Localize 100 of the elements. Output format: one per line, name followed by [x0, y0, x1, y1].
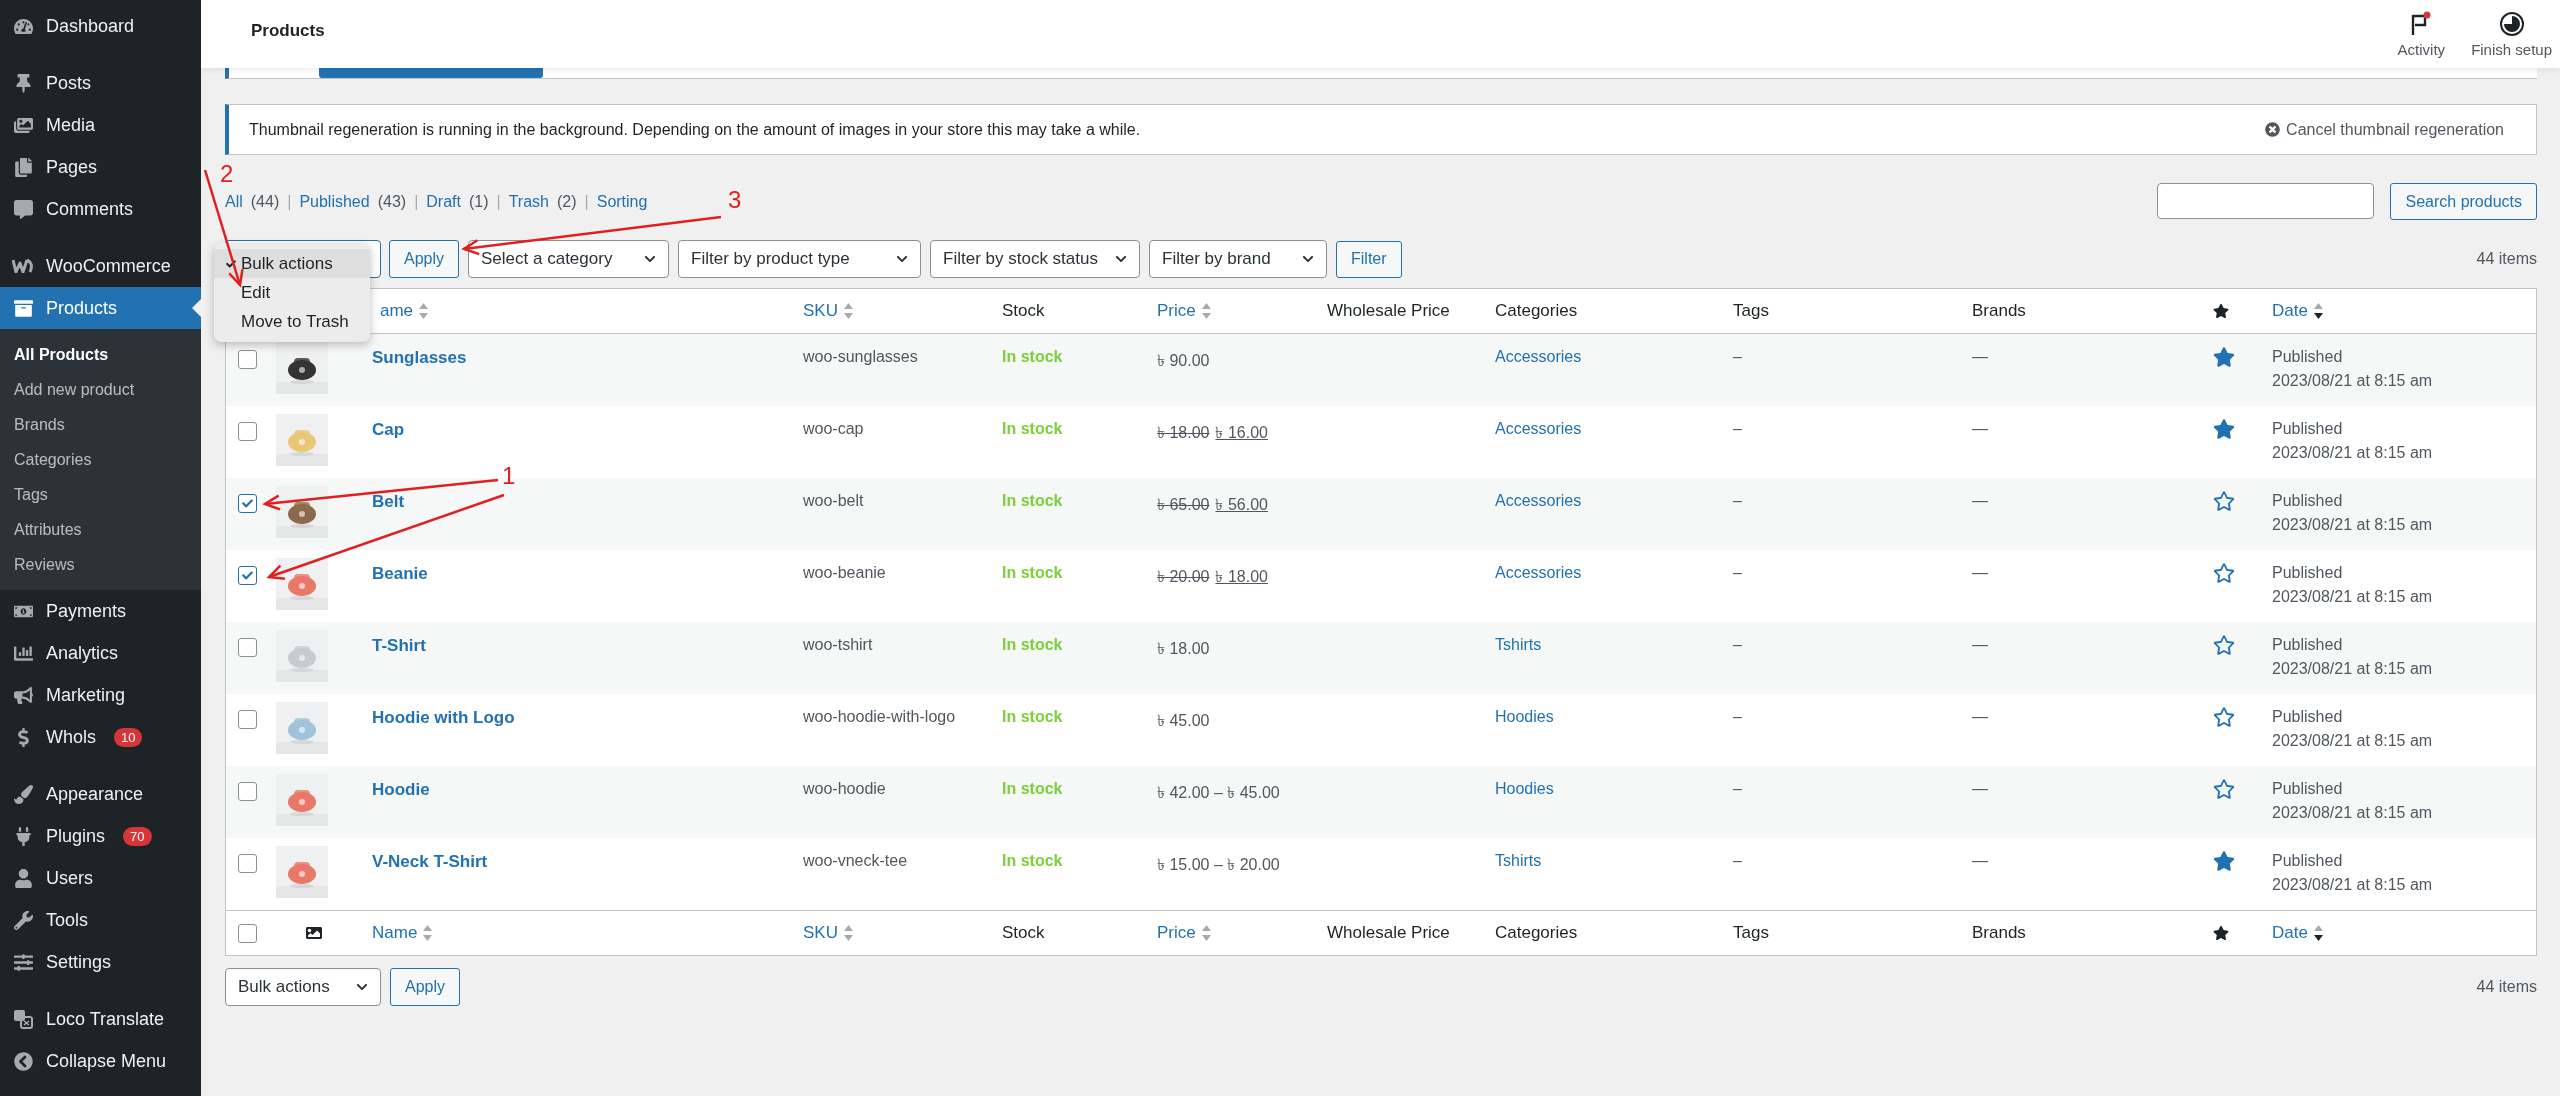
category-link[interactable]: Accessories: [1495, 348, 1709, 366]
column-sort-link[interactable]: Date: [2272, 923, 2323, 943]
column-sort-link[interactable]: ame: [380, 301, 429, 321]
star-outline-icon[interactable]: [2213, 634, 2235, 656]
header-action[interactable]: Activity: [2397, 10, 2446, 58]
category-link[interactable]: Hoodies: [1495, 780, 1709, 798]
sidebar-item[interactable]: Payments: [0, 590, 201, 632]
apply-button[interactable]: Apply: [390, 968, 461, 1006]
column-sort-link[interactable]: Name: [372, 923, 433, 943]
bulk-actions-select[interactable]: Bulk actions: [225, 968, 381, 1006]
product-name-link[interactable]: T-Shirt: [372, 636, 779, 656]
star-icon[interactable]: [2213, 346, 2235, 368]
product-name-link[interactable]: V-Neck T-Shirt: [372, 852, 779, 872]
category-link[interactable]: Accessories: [1495, 492, 1709, 510]
row-checkbox[interactable]: [238, 350, 257, 369]
view-link[interactable]: Trash: [508, 192, 549, 211]
annotation-number: 3: [728, 186, 742, 214]
row-checkbox[interactable]: [238, 422, 257, 441]
menu-item[interactable]: Edit: [214, 278, 370, 307]
row-checkbox[interactable]: [238, 854, 257, 873]
select-all-checkbox[interactable]: [238, 923, 257, 943]
sidebar-item[interactable]: Appearance: [0, 773, 201, 815]
sidebar-item[interactable]: Dashboard: [0, 5, 201, 47]
column-heading: Brands: [1972, 301, 2026, 321]
row-checkbox[interactable]: [238, 494, 257, 513]
filter-select[interactable]: Select a category: [468, 240, 670, 278]
sidebar-item[interactable]: Users: [0, 857, 201, 899]
star-outline-icon[interactable]: [2213, 562, 2235, 584]
column-sort-link[interactable]: SKU: [803, 301, 853, 321]
category-link[interactable]: Accessories: [1495, 420, 1709, 438]
column-heading: Stock: [1002, 923, 1045, 943]
sidebar-item[interactable]: WooCommerce: [0, 245, 201, 287]
separator: |: [287, 192, 292, 211]
product-name-link[interactable]: Hoodie with Logo: [372, 708, 779, 728]
brands-text: —: [1972, 636, 1989, 654]
sidebar-item[interactable]: Products: [0, 287, 201, 329]
row-checkbox[interactable]: [238, 782, 257, 801]
menu-item[interactable]: Bulk actions: [214, 249, 370, 278]
sidebar-item[interactable]: Analytics: [0, 632, 201, 674]
category-link[interactable]: Accessories: [1495, 564, 1709, 582]
category-link[interactable]: Hoodies: [1495, 708, 1709, 726]
sidebar-item[interactable]: Whols 10: [0, 716, 201, 758]
filter-button[interactable]: Filter: [1336, 240, 1402, 278]
product-name-link[interactable]: Sunglasses: [372, 348, 779, 368]
view-link[interactable]: Draft: [426, 192, 461, 211]
cancel-link[interactable]: Cancel thumbnail regeneration: [2265, 120, 2504, 139]
sidebar-item[interactable]: Pages: [0, 146, 201, 188]
submenu-item[interactable]: Add new product: [0, 372, 201, 407]
row-checkbox[interactable]: [238, 710, 257, 729]
chevron-icon: [644, 253, 657, 265]
star-outline-icon[interactable]: [2213, 490, 2235, 512]
view-link[interactable]: Sorting: [596, 192, 648, 211]
column-sort-link[interactable]: Date: [2272, 301, 2323, 321]
column-sort-link[interactable]: Price: [1157, 923, 1211, 943]
sidebar-item[interactable]: Plugins 70: [0, 815, 201, 857]
product-name-link[interactable]: Cap: [372, 420, 779, 440]
sidebar-item[interactable]: Marketing: [0, 674, 201, 716]
woocommerce-logo-icon: [12, 259, 34, 273]
star-outline-icon[interactable]: [2213, 778, 2235, 800]
sidebar-item[interactable]: Loco Translate: [0, 998, 201, 1040]
submenu-item[interactable]: Attributes: [0, 512, 201, 547]
submenu-item[interactable]: Tags: [0, 477, 201, 512]
old-price: ৳ 18.00: [1157, 423, 1210, 443]
view-count: (1): [468, 192, 489, 211]
submenu-item[interactable]: All Products: [0, 337, 201, 372]
category-link[interactable]: Tshirts: [1495, 852, 1709, 870]
view-link[interactable]: Published: [299, 192, 370, 211]
sku-text: woo-sunglasses: [803, 348, 919, 366]
submenu-item[interactable]: Reviews: [0, 547, 201, 582]
product-name-link[interactable]: Beanie: [372, 564, 779, 584]
column-sort-link[interactable]: SKU: [803, 923, 853, 943]
product-name-link[interactable]: Belt: [372, 492, 779, 512]
sidebar-item[interactable]: Comments: [0, 188, 201, 230]
column-sort-link[interactable]: Price: [1157, 301, 1211, 321]
product-name-link[interactable]: Hoodie: [372, 780, 779, 800]
header-action[interactable]: Finish setup: [2471, 10, 2552, 58]
date-text: 2023/08/21 at 8:15 am: [2272, 804, 2434, 822]
row-checkbox[interactable]: [238, 566, 257, 585]
star-icon[interactable]: [2213, 418, 2235, 440]
filter-select[interactable]: Filter by brand: [1149, 240, 1328, 278]
submenu-item[interactable]: Brands: [0, 407, 201, 442]
sidebar-item[interactable]: Settings: [0, 941, 201, 983]
star-outline-icon[interactable]: [2213, 706, 2235, 728]
star-icon[interactable]: [2213, 850, 2235, 872]
search-button[interactable]: Search products: [2390, 183, 2537, 220]
sidebar-item[interactable]: Posts: [0, 62, 201, 104]
view-link[interactable]: All: [225, 192, 243, 211]
sidebar-item[interactable]: Media: [0, 104, 201, 146]
submenu-item[interactable]: Categories: [0, 442, 201, 477]
menu-item[interactable]: Move to Trash: [214, 307, 370, 336]
row-checkbox[interactable]: [238, 638, 257, 657]
category-link[interactable]: Tshirts: [1495, 636, 1709, 654]
column-heading: Tags: [1733, 301, 1769, 321]
apply-button[interactable]: Apply: [389, 240, 460, 278]
filter-select[interactable]: Filter by product type: [678, 240, 922, 278]
filter-select[interactable]: Filter by stock status: [930, 240, 1141, 278]
sidebar-item[interactable]: Tools: [0, 899, 201, 941]
search-field[interactable]: [2157, 183, 2375, 219]
sidebar-item[interactable]: Collapse Menu: [0, 1040, 201, 1082]
column-heading: Wholesale Price: [1327, 923, 1450, 943]
